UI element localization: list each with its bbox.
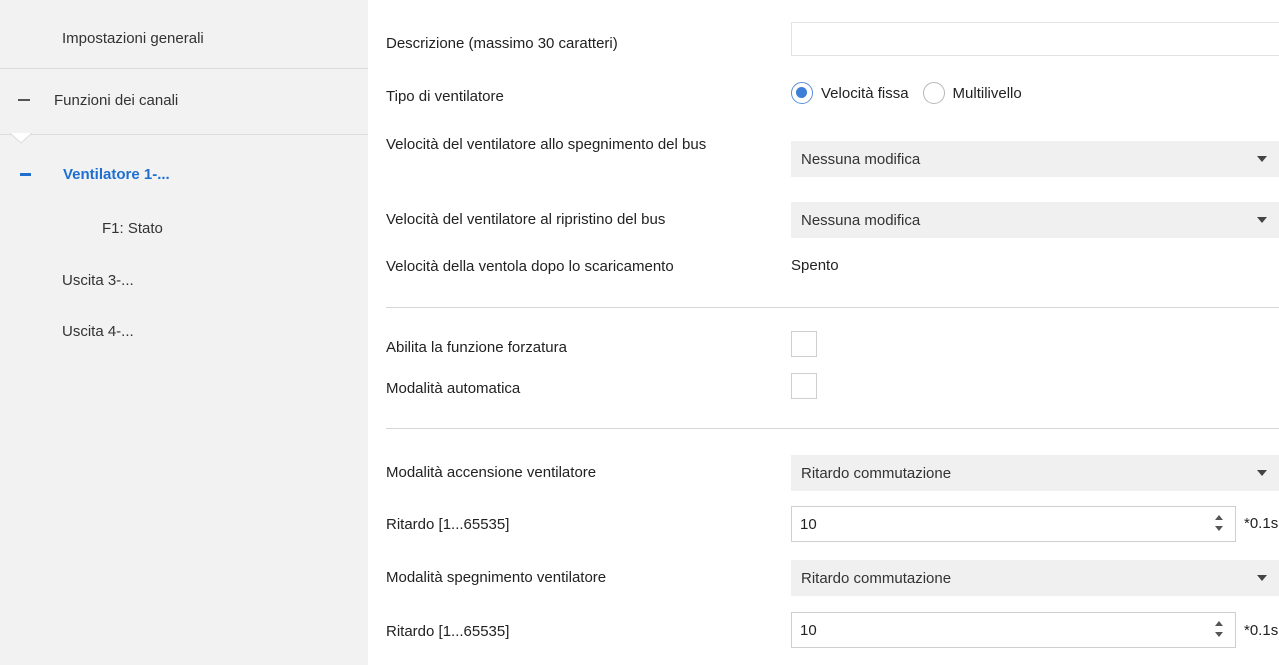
on-mode-select[interactable]: Ritardo commutazione <box>791 455 1279 491</box>
forcing-label: Abilita la funzione forzatura <box>386 339 567 356</box>
on-delay-unit: *0.1s <box>1244 515 1279 532</box>
sidebar-item-uscita-3[interactable]: Uscita 3-... <box>0 262 368 298</box>
off-mode-label: Modalità spegnimento ventilatore <box>386 569 607 586</box>
collapse-icon[interactable] <box>18 99 30 101</box>
speed-after-download-label: Velocità della ventola dopo lo scaricame… <box>386 258 674 275</box>
off-mode-select[interactable]: Ritardo commutazione <box>791 560 1279 596</box>
select-value: Nessuna modifica <box>801 211 921 229</box>
sidebar-item-label: F1: Stato <box>102 219 163 237</box>
speed-bus-off-select[interactable]: Nessuna modifica <box>791 141 1279 177</box>
chevron-down-icon <box>1257 156 1267 162</box>
section-divider <box>386 307 1279 308</box>
fan-type-radio-group: Velocità fissa Multilivello <box>791 82 1022 104</box>
sidebar-item-label: Ventilatore 1-... <box>63 165 170 183</box>
fan-type-option-label: Multilivello <box>952 84 1022 102</box>
spinner-icon[interactable] <box>1215 621 1225 641</box>
parameter-panel: Descrizione (massimo 30 caratteri) Tipo … <box>368 0 1279 665</box>
automatic-mode-checkbox[interactable] <box>791 373 817 399</box>
description-label: Descrizione (massimo 30 caratteri) <box>386 35 618 52</box>
sidebar-item-funzioni-dei-canali[interactable]: Funzioni dei canali <box>0 82 368 118</box>
sidebar-divider <box>0 68 368 69</box>
section-divider <box>386 428 1279 429</box>
on-delay-label: Ritardo [1...65535] <box>386 516 510 533</box>
off-delay-input[interactable]: 10 <box>791 612 1236 648</box>
select-value: Ritardo commutazione <box>801 569 952 587</box>
chevron-down-icon <box>1257 575 1267 581</box>
description-input[interactable] <box>791 22 1279 56</box>
speed-bus-restore-label: Velocità del ventilatore al ripristino d… <box>386 211 666 228</box>
off-delay-unit: *0.1s <box>1244 622 1279 639</box>
select-value: Ritardo commutazione <box>801 464 952 482</box>
fan-type-label: Tipo di ventilatore <box>386 88 504 105</box>
fan-type-option-label: Velocità fissa <box>821 84 909 102</box>
sidebar-item-label: Uscita 3-... <box>62 271 134 289</box>
speed-bus-off-label: Velocità del ventilatore allo spegniment… <box>386 136 707 153</box>
on-mode-label: Modalità accensione ventilatore <box>386 464 597 481</box>
tree-notch-icon <box>10 133 32 144</box>
collapse-icon[interactable] <box>20 172 31 176</box>
chevron-down-icon <box>1257 470 1267 476</box>
fan-type-radio-multilevel[interactable] <box>922 82 945 104</box>
speed-after-download-value: Spento <box>791 257 839 274</box>
speed-bus-restore-select[interactable]: Nessuna modifica <box>791 202 1279 238</box>
sidebar-item-ventilatore-1[interactable]: Ventilatore 1-... <box>0 156 368 192</box>
sidebar-item-uscita-4[interactable]: Uscita 4-... <box>0 313 368 349</box>
sidebar-item-label: Funzioni dei canali <box>54 91 179 109</box>
sidebar-item-label: Impostazioni generali <box>62 29 204 47</box>
input-value: 10 <box>800 621 817 639</box>
automatic-mode-label: Modalità automatica <box>386 380 521 397</box>
sidebar-divider <box>0 134 368 135</box>
off-delay-label: Ritardo [1...65535] <box>386 623 510 640</box>
sidebar: Impostazioni generali Funzioni dei canal… <box>0 0 368 665</box>
sidebar-item-f1-stato[interactable]: F1: Stato <box>0 210 368 246</box>
on-delay-input[interactable]: 10 <box>791 506 1236 542</box>
select-value: Nessuna modifica <box>801 150 921 168</box>
sidebar-item-impostazioni-generali[interactable]: Impostazioni generali <box>0 20 368 56</box>
chevron-down-icon <box>1257 217 1267 223</box>
spinner-icon[interactable] <box>1215 515 1225 535</box>
sidebar-item-label: Uscita 4-... <box>62 322 134 340</box>
forcing-checkbox[interactable] <box>791 331 817 357</box>
input-value: 10 <box>800 515 817 533</box>
fan-type-radio-fixed[interactable] <box>791 82 813 104</box>
